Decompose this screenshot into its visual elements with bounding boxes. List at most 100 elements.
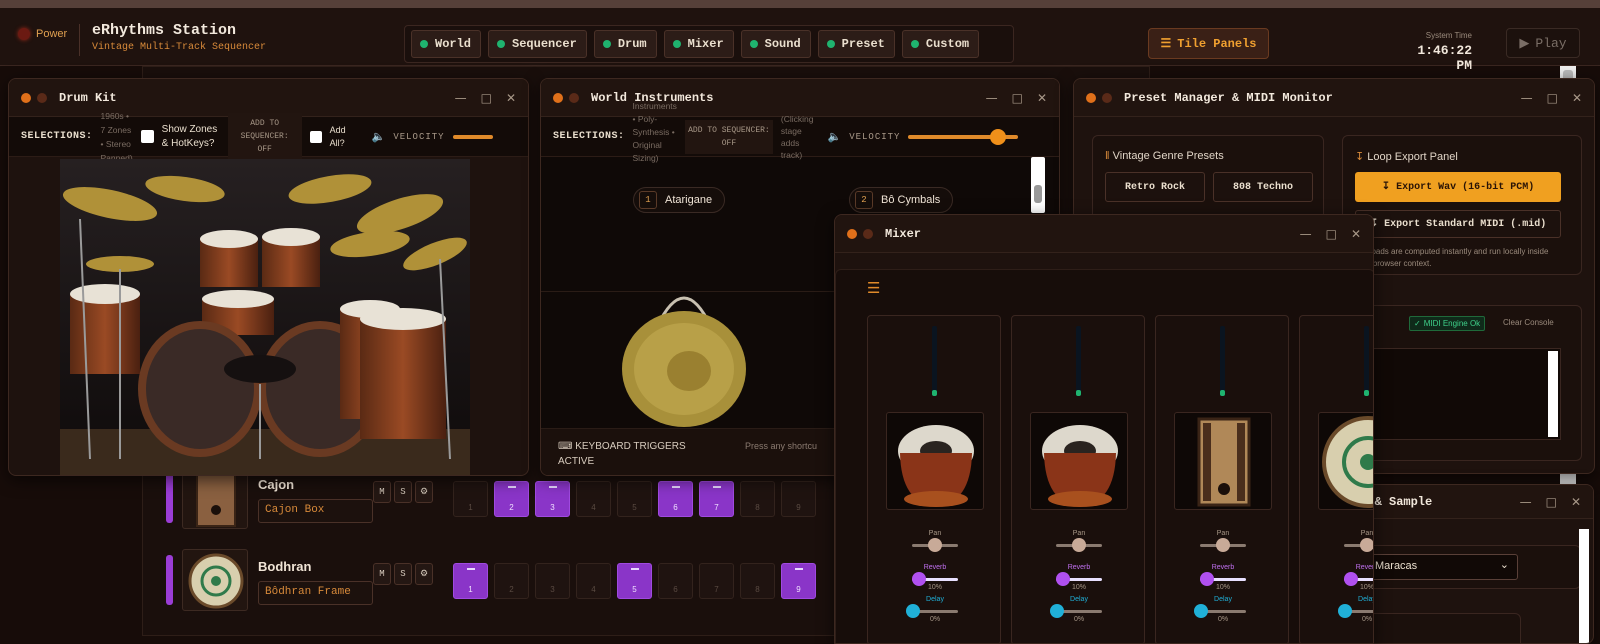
step-8[interactable]: 8 [740,563,775,599]
drum-kit-image[interactable] [60,159,470,475]
pan-knob[interactable] [1360,538,1373,552]
tile-panels-button[interactable]: ☰ Tile Panels [1148,28,1269,59]
track-sound-select[interactable]: Bôdhran Frame [258,581,373,605]
preset-808-techno-button[interactable]: 808 Techno [1213,172,1313,202]
step-5[interactable]: 5 [617,563,652,599]
step-number: 7 [714,503,719,512]
step-8[interactable]: 8 [740,481,775,517]
instrument-chip-bo-cymbals[interactable]: 2 Bô Cymbals [849,187,953,213]
window-titlebar[interactable]: Drum Kit — □ ✕ [9,79,528,117]
solo-button[interactable]: S [394,563,412,585]
console-scrollbar[interactable] [1548,351,1558,437]
pan-knob[interactable] [928,538,942,552]
velocity-slider[interactable] [452,134,493,139]
step-4[interactable]: 4 [576,481,611,517]
sampler-scrollbar[interactable] [1579,529,1589,643]
stage-scrollbar[interactable] [1031,157,1045,213]
close-icon[interactable]: ✕ [1571,495,1581,509]
mute-button[interactable]: M [373,563,391,585]
solo-button[interactable]: S [394,481,412,503]
window-dot-icon [1086,92,1096,103]
add-to-sequencer-box[interactable]: ADD TO SEQUENCER: OFF [227,113,302,160]
delay-slider[interactable] [1050,604,1102,618]
reverb-slider[interactable] [912,572,958,586]
pan-knob[interactable] [1216,538,1230,552]
play-button[interactable]: ▶ Play [1506,28,1580,58]
close-icon[interactable]: ✕ [506,91,516,105]
close-icon[interactable]: ✕ [1572,91,1582,105]
level-meter [932,326,937,396]
tab-sequencer[interactable]: Sequencer [488,30,587,58]
tab-drum[interactable]: Drum [593,30,657,58]
window-titlebar[interactable]: World Instruments — □ ✕ [541,79,1059,117]
midi-console[interactable] [1343,348,1561,440]
minimize-icon[interactable]: — [455,91,467,105]
tab-label: Custom [925,37,970,51]
step-5[interactable]: 5 [617,481,652,517]
step-7[interactable]: 7 [699,481,734,517]
pan-slider[interactable] [1200,538,1246,552]
instrument-chip-atarigane[interactable]: 1 Atarigane [633,187,725,213]
step-1[interactable]: 1 [453,563,488,599]
maximize-icon[interactable]: □ [1547,91,1558,105]
clear-console-button[interactable]: Clear Console [1503,318,1554,327]
step-2[interactable]: 2 [494,481,529,517]
maximize-icon[interactable]: □ [1546,495,1557,509]
maximize-icon[interactable]: □ [1326,227,1337,241]
close-icon[interactable]: ✕ [1351,227,1361,241]
step-6[interactable]: 6 [658,481,693,517]
tab-world[interactable]: World [411,30,482,58]
minimize-icon[interactable]: — [1300,227,1312,241]
pan-knob[interactable] [1072,538,1086,552]
gong-image[interactable] [609,279,759,429]
show-zones-checkbox[interactable] [140,130,154,143]
step-1[interactable]: 1 [453,481,488,517]
minimize-icon[interactable]: — [1521,91,1533,105]
window-titlebar[interactable]: Preset Manager & MIDI Monitor — □ ✕ [1074,79,1594,117]
bodhran-thumbnail [182,549,248,611]
tab-mixer[interactable]: Mixer [663,30,734,58]
export-wav-button[interactable]: ↧ Export Wav (16-bit PCM) [1355,172,1561,202]
add-all-checkbox[interactable] [309,130,322,143]
add-to-sequencer-box[interactable]: ADD TO SEQUENCER: OFF [684,119,773,154]
maximize-icon[interactable]: □ [1012,91,1023,105]
minimize-icon[interactable]: — [1520,495,1532,509]
step-2[interactable]: 2 [494,563,529,599]
window-titlebar[interactable]: Mixer — □ ✕ [835,215,1373,253]
delay-slider[interactable] [906,604,958,618]
maximize-icon[interactable]: □ [481,91,492,105]
delay-slider[interactable] [1194,604,1246,618]
reverb-slider[interactable] [1344,572,1373,586]
pan-slider[interactable] [1056,538,1102,552]
tab-sound[interactable]: Sound [740,30,811,58]
velocity-slider[interactable] [908,128,1019,145]
mute-button[interactable]: M [373,481,391,503]
velocity-knob[interactable] [990,128,1007,145]
step-3[interactable]: 3 [535,563,570,599]
tab-custom[interactable]: Custom [901,30,980,58]
pan-slider[interactable] [1344,538,1373,552]
tab-preset[interactable]: Preset [817,30,895,58]
track-settings-button[interactable]: ⚙ [415,563,433,585]
track-sound-select[interactable]: Cajon Box [258,499,373,523]
track-settings-button[interactable]: ⚙ [415,481,433,503]
close-icon[interactable]: ✕ [1037,91,1047,105]
step-4[interactable]: 4 [576,563,611,599]
delay-slider[interactable] [1338,604,1373,618]
step-7[interactable]: 7 [699,563,734,599]
power-toggle[interactable]: Power [18,28,67,40]
stage-scrollbar-thumb[interactable] [1034,185,1042,203]
export-midi-button[interactable]: ↧ Export Standard MIDI (.mid) [1355,210,1561,238]
step-6[interactable]: 6 [658,563,693,599]
step-3[interactable]: 3 [535,481,570,517]
step-9[interactable]: 9 [781,481,816,517]
step-9[interactable]: 9 [781,563,816,599]
minimize-icon[interactable]: — [986,91,998,105]
chip-name: Atarigane [665,194,713,206]
step-number: 1 [468,503,473,512]
pan-slider[interactable] [912,538,958,552]
sample-select[interactable]: Maracas ⌄ [1362,554,1518,580]
preset-retro-rock-button[interactable]: Retro Rock [1105,172,1205,202]
reverb-slider[interactable] [1056,572,1102,586]
reverb-slider[interactable] [1200,572,1246,586]
